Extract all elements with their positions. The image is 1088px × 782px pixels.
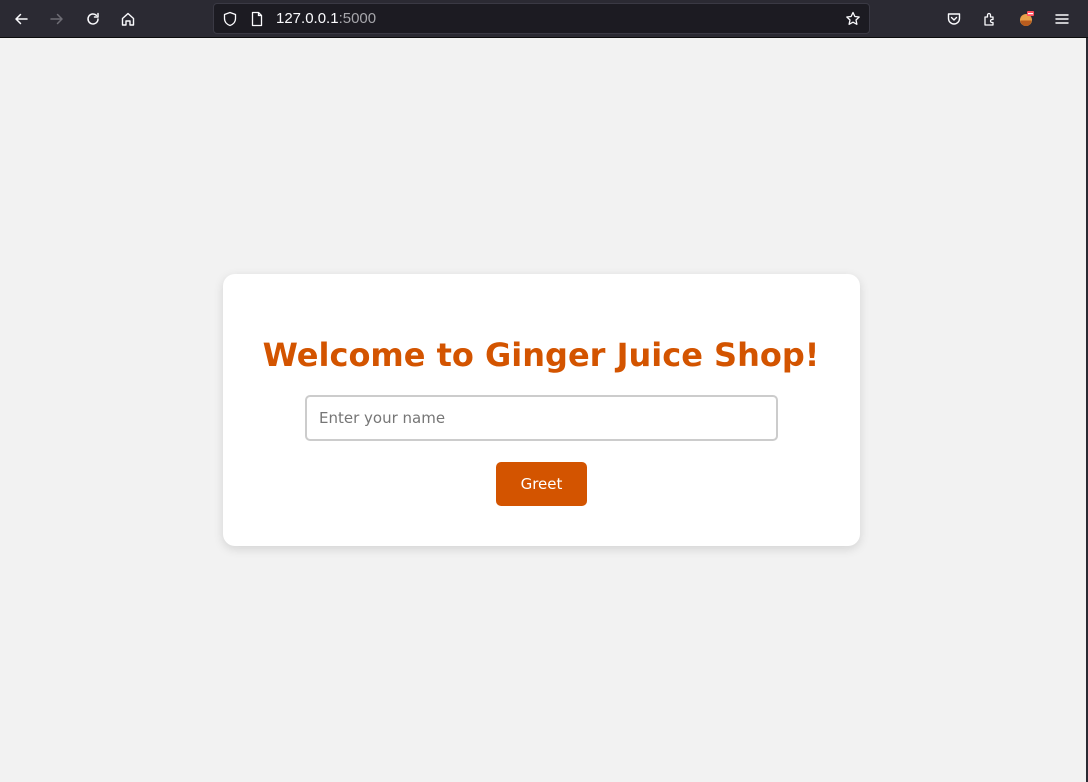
url-text[interactable]: 127.0.0.1:5000 [276, 10, 376, 28]
extensions-icon[interactable] [976, 5, 1004, 33]
page-icon[interactable] [249, 11, 265, 27]
pocket-icon[interactable] [940, 5, 968, 33]
url-port: :5000 [338, 10, 377, 27]
shield-icon[interactable] [222, 11, 238, 27]
url-host: 127.0.0.1 [276, 10, 339, 27]
reload-icon[interactable] [79, 5, 107, 33]
greet-button[interactable]: Greet [496, 462, 587, 506]
forward-arrow-icon[interactable] [43, 5, 71, 33]
back-arrow-icon[interactable] [7, 5, 35, 33]
name-input[interactable] [305, 395, 778, 441]
address-bar[interactable]: 127.0.0.1:5000 [213, 3, 870, 34]
page-title: Welcome to Ginger Juice Shop! [262, 336, 820, 374]
home-icon[interactable] [114, 5, 142, 33]
browser-toolbar: 127.0.0.1:5000 [0, 0, 1088, 38]
hamburger-menu-icon[interactable] [1048, 5, 1076, 33]
profile-avatar-icon[interactable] [1012, 5, 1040, 33]
bookmark-star-icon[interactable] [845, 11, 861, 27]
